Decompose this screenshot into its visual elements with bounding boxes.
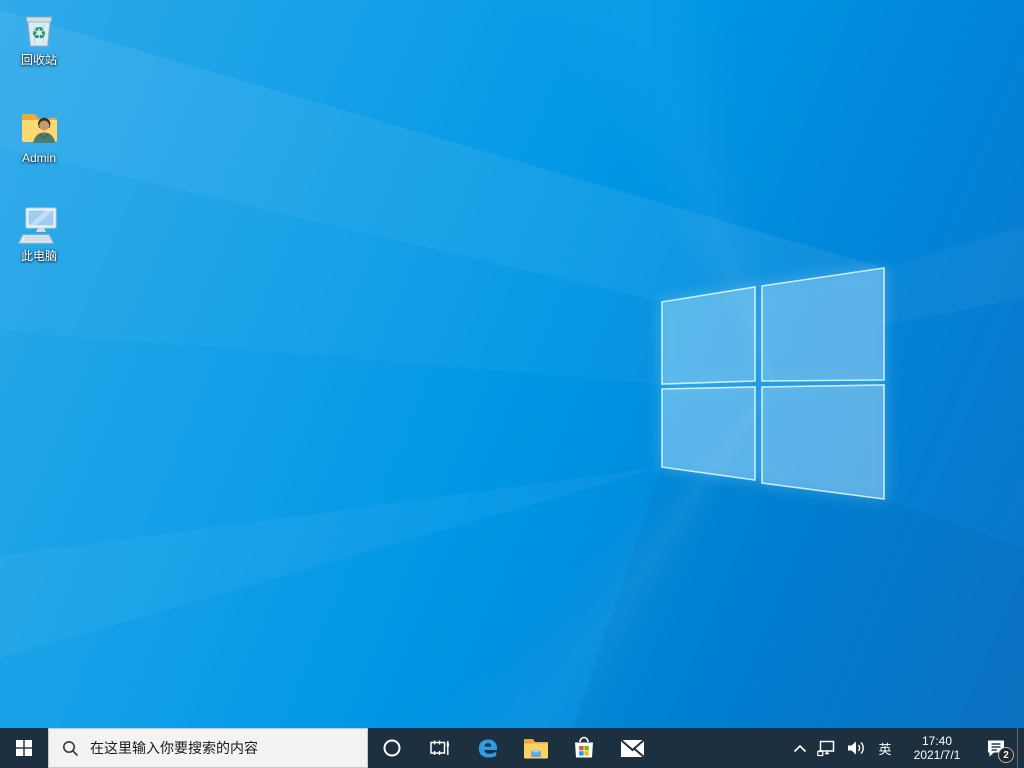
this-pc-icon — [17, 204, 61, 246]
show-desktop-button[interactable] — [1017, 728, 1024, 768]
tray-hidden-icons-button[interactable] — [788, 728, 812, 768]
cortana-icon — [383, 739, 401, 757]
mail-icon — [619, 738, 645, 758]
clock-date: 2021/7/1 — [913, 748, 961, 762]
tray-clock-button[interactable]: 17:40 2021/7/1 — [899, 728, 975, 768]
task-view-button[interactable] — [416, 728, 464, 768]
start-button[interactable] — [0, 728, 48, 768]
taskbar: e — [0, 728, 1024, 768]
desktop-icon-this-pc[interactable]: 此电脑 — [6, 204, 72, 263]
action-center-button[interactable]: 2 — [975, 728, 1017, 768]
taskbar-app-mail[interactable] — [608, 728, 656, 768]
network-icon — [817, 740, 835, 756]
svg-text:♻: ♻ — [31, 24, 46, 44]
search-input[interactable] — [88, 729, 367, 767]
tray-volume-button[interactable] — [842, 728, 871, 768]
desktop-icon-label: 回收站 — [20, 53, 57, 67]
clock-time: 17:40 — [921, 734, 953, 748]
volume-icon — [848, 741, 864, 755]
taskbar-app-edge[interactable]: e — [464, 728, 512, 768]
taskbar-app-file-explorer[interactable] — [512, 728, 560, 768]
taskbar-search[interactable] — [48, 728, 368, 768]
desktop-icon-label: Admin — [21, 151, 56, 165]
edge-icon: e — [477, 729, 499, 765]
user-folder-icon — [17, 106, 61, 148]
windows-start-icon — [16, 740, 32, 756]
tray-ime-button[interactable]: 英 — [871, 728, 899, 768]
search-icon — [63, 740, 79, 756]
desktop-wallpaper: ♻ 回收站 Admin 此电脑 — [0, 0, 1024, 768]
taskbar-app-store[interactable] — [560, 728, 608, 768]
file-explorer-icon — [524, 739, 548, 759]
notification-badge: 2 — [998, 747, 1014, 763]
desktop-icon-label: 此电脑 — [20, 249, 57, 263]
windows-logo — [661, 267, 885, 500]
cortana-button[interactable] — [368, 728, 416, 768]
desktop-icon-admin-folder[interactable]: Admin — [6, 106, 72, 165]
desktop-icon-recycle-bin[interactable]: ♻ 回收站 — [6, 8, 72, 67]
taskbar-empty-area — [656, 728, 788, 768]
wallpaper-light-rays-and-logo — [0, 10, 1024, 768]
tray-network-button[interactable] — [812, 728, 842, 768]
recycle-bin-icon: ♻ — [17, 8, 61, 50]
task-view-icon — [430, 740, 449, 755]
store-icon — [575, 736, 593, 758]
chevron-up-icon — [793, 744, 807, 752]
